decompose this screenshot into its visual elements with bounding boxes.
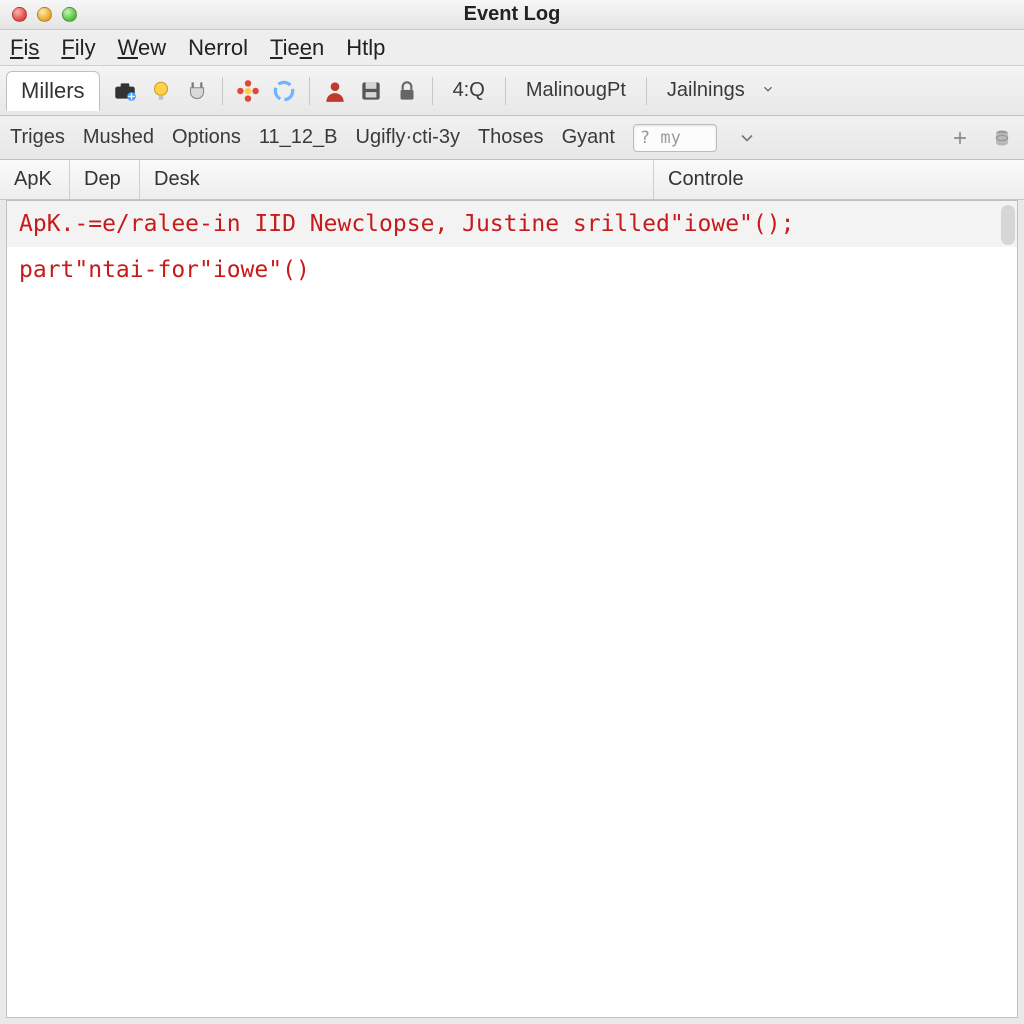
loading-icon[interactable] (269, 76, 299, 106)
tb2-ugifly[interactable]: Ugifly·cti-3y (356, 126, 460, 149)
tb2-1112b[interactable]: 11_12_B (259, 126, 338, 149)
col-desk[interactable]: Desk (140, 160, 654, 199)
sub-toolbar: Triges Mushed Options 11_12_B Ugifly·cti… (0, 116, 1024, 160)
toolbar-separator (222, 77, 223, 105)
zoom-window-button[interactable] (62, 7, 77, 22)
toolbar-separator (432, 77, 433, 105)
toolbar-separator (309, 77, 310, 105)
plus-icon[interactable] (948, 126, 972, 150)
col-controle[interactable]: Controle (654, 160, 1024, 199)
jailnings-button[interactable]: Jailnings (657, 75, 755, 106)
window-title: Event Log (0, 3, 1024, 26)
col-apk[interactable]: ApK (0, 160, 70, 199)
time-label: 4:Q (443, 75, 495, 106)
app-window: Event Log Fis Fily Wew Nerrol Tieen Htlp… (0, 0, 1024, 1024)
tb2-triges[interactable]: Triges (10, 126, 65, 149)
menu-fily[interactable]: Fily (61, 35, 95, 61)
menu-bar: Fis Fily Wew Nerrol Tieen Htlp (0, 30, 1024, 66)
menu-wew[interactable]: Wew (118, 35, 167, 61)
toolbar-separator (505, 77, 506, 105)
toolbar-separator (646, 77, 647, 105)
toolbar: Millers 4:Q MalinougPt Jai (0, 66, 1024, 116)
tb2-mushed[interactable]: Mushed (83, 126, 154, 149)
plug-icon[interactable] (182, 76, 212, 106)
flower-icon[interactable] (233, 76, 263, 106)
database-icon[interactable] (990, 126, 1014, 150)
log-area[interactable]: ApK.-=e/ralee-in IID Newclopse, Justine … (6, 200, 1018, 1018)
tab-millers[interactable]: Millers (6, 71, 100, 111)
tb2-thoses[interactable]: Thoses (478, 126, 544, 149)
menu-htlp[interactable]: Htlp (346, 35, 385, 61)
col-dep[interactable]: Dep (70, 160, 140, 199)
lightbulb-icon[interactable] (146, 76, 176, 106)
search-input[interactable]: ? my (633, 124, 717, 152)
chevron-down-icon[interactable] (735, 126, 759, 150)
menu-nerrol[interactable]: Nerrol (188, 35, 248, 61)
lock-icon[interactable] (392, 76, 422, 106)
menu-tieen[interactable]: Tieen (270, 35, 324, 61)
close-window-button[interactable] (12, 7, 27, 22)
search-placeholder: ? my (640, 128, 681, 148)
column-headers: ApK Dep Desk Controle (0, 160, 1024, 200)
malinougpt-button[interactable]: MalinougPt (516, 75, 636, 106)
user-icon[interactable] (320, 76, 350, 106)
camera-icon[interactable] (110, 76, 140, 106)
menu-fis[interactable]: Fis (10, 35, 39, 61)
vertical-scrollbar-thumb[interactable] (1001, 205, 1015, 245)
minimize-window-button[interactable] (37, 7, 52, 22)
titlebar: Event Log (0, 0, 1024, 30)
save-icon[interactable] (356, 76, 386, 106)
log-line[interactable]: part"ntai-for"iowe"() (7, 247, 1017, 293)
tb2-options[interactable]: Options (172, 126, 241, 149)
window-controls (0, 7, 77, 22)
tb2-gyant[interactable]: Gyant (562, 126, 615, 149)
chevron-down-icon[interactable] (761, 79, 775, 102)
log-line[interactable]: ApK.-=e/ralee-in IID Newclopse, Justine … (7, 201, 1017, 247)
